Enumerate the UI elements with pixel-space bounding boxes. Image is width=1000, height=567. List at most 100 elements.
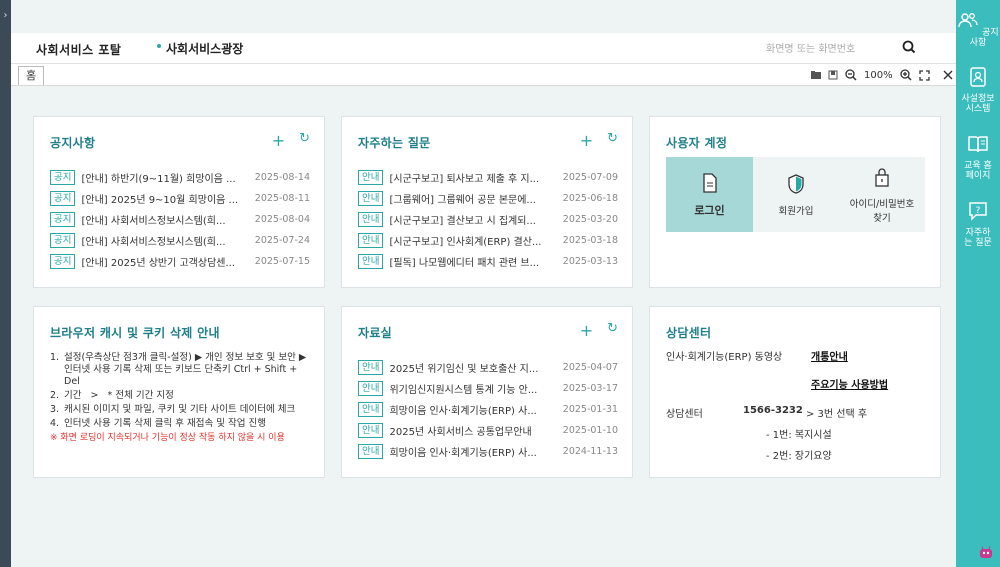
document-icon	[702, 172, 717, 193]
item-title[interactable]: [안내] 2025년 9~10월 희망이음 ...	[81, 191, 252, 206]
refresh-icon[interactable]: ↻	[607, 321, 618, 340]
shield-icon	[788, 173, 804, 194]
tab-home[interactable]: 홈	[18, 66, 44, 85]
step-number: 1.	[50, 352, 60, 363]
search-icon[interactable]	[901, 39, 917, 55]
expand-icon[interactable]: ›	[0, 8, 11, 24]
notice-list: 공지 [안내] 하반기(9~11월) 희망이음 ... 2025-08-14 공지 […	[50, 167, 310, 272]
list-item[interactable]: 안내 위기임신지원시스템 통계 기능 안... 2025-03-17	[358, 378, 618, 399]
item-title[interactable]: [시군구보고] 결산보고 시 집계되...	[389, 212, 560, 227]
card-actions: + ↻	[272, 131, 310, 150]
list-item[interactable]: 안내 2025년 위기임신 및 보호출산 지... 2025-04-07	[358, 357, 618, 378]
portal-title[interactable]: 사회서비스 포탈	[36, 41, 121, 58]
item-date: 2025-03-17	[562, 383, 618, 394]
list-item[interactable]: 공지 [안내] 2025년 상반기 고객상담센... 2025-07-15	[50, 251, 310, 272]
list-item[interactable]: 공지 [안내] 하반기(9~11월) 희망이음 ... 2025-08-14	[50, 167, 310, 188]
item-title[interactable]: [그룹웨어] 그룹웨어 공문 본문에...	[389, 191, 560, 206]
list-item[interactable]: 안내 [시군구보고] 퇴사보고 제출 후 지... 2025-07-09	[358, 167, 618, 188]
item-title[interactable]: 2025년 위기임신 및 보호출산 지...	[389, 360, 560, 375]
item-date: 2025-08-14	[254, 172, 310, 183]
tab-bar: 홈 100%	[11, 63, 956, 86]
item-title[interactable]: 위기임신지원시스템 통계 기능 안...	[389, 381, 560, 396]
add-icon[interactable]: +	[580, 321, 593, 340]
item-title[interactable]: 희망이음 인사·회계기능(ERP) 사...	[389, 402, 560, 417]
refresh-icon[interactable]: ↻	[607, 131, 618, 150]
list-item[interactable]: 안내 [시군구보고] 결산보고 시 집계되... 2025-03-20	[358, 209, 618, 230]
list-item[interactable]: 공지 [안내] 2025년 9~10월 희망이음 ... 2025-08-11	[50, 188, 310, 209]
info-badge: 안내	[358, 191, 384, 206]
list-item[interactable]: 안내 2025년 사회서비스 공통업무안내 2025-01-10	[358, 420, 618, 441]
close-icon[interactable]	[943, 70, 953, 80]
search-input[interactable]: 화면명 또는 화면번호	[766, 40, 855, 55]
item-title[interactable]: [필독] 나모웹에디터 패치 관련 브...	[389, 254, 560, 269]
center-label: 상담센터	[666, 409, 703, 420]
card-title: 자주하는 질문	[358, 136, 431, 150]
notice-badge: 공지	[50, 191, 76, 206]
item-title[interactable]: [시군구보고] 퇴사보고 제출 후 지...	[389, 170, 560, 185]
notice-badge: 공지	[50, 170, 76, 185]
info-badge: 안내	[358, 212, 384, 227]
sidebar-item-notice[interactable]: 공지사항	[956, 10, 1000, 48]
card-actions: + ↻	[580, 321, 618, 340]
card-title: 브라우저 캐시 및 쿠키 삭제 안내	[50, 326, 220, 340]
notice-card: 공지사항 + ↻ 공지 [안내] 하반기(9~11월) 희망이음 ... 2025-…	[33, 116, 325, 288]
login-label: 로그인	[694, 203, 725, 217]
data-room-list: 안내 2025년 위기임신 및 보호출산 지... 2025-04-07 안내 위기임…	[358, 357, 618, 462]
info-badge: 안내	[358, 381, 384, 396]
add-icon[interactable]: +	[580, 131, 593, 150]
sidebar-item-education[interactable]: 교육 홈페이지	[956, 133, 1000, 181]
signup-button[interactable]: 회원가입	[753, 157, 839, 232]
info-badge: 안내	[358, 170, 384, 185]
refresh-icon[interactable]: ↻	[299, 131, 310, 150]
item-title[interactable]: [안내] 사회서비스정보시스템(희...	[81, 233, 252, 248]
step-number: 4.	[50, 418, 60, 429]
bookmark-icon[interactable]	[828, 70, 838, 80]
item-date: 2024-11-13	[562, 446, 618, 457]
faq-list: 안내 [시군구보고] 퇴사보고 제출 후 지... 2025-07-09 안내 [그룹…	[358, 167, 618, 272]
sidebar-item-faq[interactable]: ? 자주하는 질문	[956, 200, 1000, 248]
phone-number: 1566-3232	[743, 405, 803, 416]
step-text: 기간 > * 전체 기간 지정	[64, 390, 174, 401]
list-item[interactable]: 안내 [필독] 나모웹에디터 패치 관련 브... 2025-03-13	[358, 251, 618, 272]
item-title[interactable]: [안내] 사회서비스정보시스템(희...	[81, 212, 252, 227]
header: 사회서비스 포탈 사회서비스광장 화면명 또는 화면번호	[11, 33, 956, 63]
find-account-button[interactable]: 아이디/비밀번호 찾기	[839, 157, 925, 232]
item-date: 2025-01-31	[562, 404, 618, 415]
sidebar-item-privacy[interactable]: 사설정보 시스템	[956, 66, 1000, 114]
item-title[interactable]: [안내] 2025년 상반기 고객상담센...	[81, 254, 252, 269]
list-item[interactable]: 공지 [안내] 사회서비스정보시스템(희... 2025-08-04	[50, 209, 310, 230]
launch-guide-link[interactable]: 개통안내	[811, 348, 848, 363]
list-item[interactable]: 안내 희망이음 인사·회계기능(ERP) 사... 2024-11-13	[358, 441, 618, 462]
card-title: 공지사항	[50, 136, 96, 150]
login-button[interactable]: 로그인	[666, 157, 753, 232]
plaza-link[interactable]: 사회서비스광장	[166, 40, 243, 57]
list-item[interactable]: 공지 [안내] 사회서비스정보시스템(희... 2025-07-24	[50, 230, 310, 251]
zoom-out-icon[interactable]	[845, 69, 857, 81]
item-title[interactable]: 희망이음 인사·회계기능(ERP) 사...	[389, 444, 560, 459]
chatbot-icon[interactable]	[979, 546, 993, 560]
svg-text:?: ?	[976, 206, 981, 216]
cache-help-steps: 1. 설정(우측상단 점3개 클릭-설정) ▶ 개인 정보 보호 및 보안 ▶ 인…	[50, 352, 312, 444]
list-item[interactable]: 안내 희망이음 인사·회계기능(ERP) 사... 2025-01-31	[358, 399, 618, 420]
item-date: 2025-03-13	[562, 256, 618, 267]
select-instruction: > 3번 선택 후	[806, 409, 868, 420]
card-title: 사용자 계정	[666, 136, 728, 150]
add-icon[interactable]: +	[272, 131, 285, 150]
faq-card: 자주하는 질문 + ↻ 안내 [시군구보고] 퇴사보고 제출 후 지... 2025…	[341, 116, 633, 288]
list-item[interactable]: 안내 [그룹웨어] 그룹웨어 공문 본문에... 2025-06-18	[358, 188, 618, 209]
step-number: 3.	[50, 404, 60, 415]
step-text: 캐시된 이미지 및 파일, 쿠키 및 기타 사이트 데이터에 체크	[64, 404, 296, 415]
zoom-in-icon[interactable]	[899, 69, 912, 81]
item-date: 2025-03-20	[562, 214, 618, 225]
item-title[interactable]: [시군구보고] 인사회계(ERP) 결산...	[389, 233, 560, 248]
info-badge: 안내	[358, 360, 384, 375]
usage-guide-link[interactable]: 주요기능 사용방법	[811, 376, 888, 391]
list-item[interactable]: 안내 [시군구보고] 인사회계(ERP) 결산... 2025-03-18	[358, 230, 618, 251]
help-step: 4. 인터넷 사용 기록 삭제 클릭 후 재접속 및 작업 진행	[50, 418, 312, 430]
lock-icon	[875, 167, 889, 187]
item-title[interactable]: 2025년 사회서비스 공통업무안내	[389, 423, 560, 438]
bullet-dot-icon	[157, 44, 161, 48]
folder-icon[interactable]	[811, 70, 821, 80]
item-title[interactable]: [안내] 하반기(9~11월) 희망이음 ...	[81, 170, 252, 185]
fullscreen-icon[interactable]	[918, 69, 930, 81]
